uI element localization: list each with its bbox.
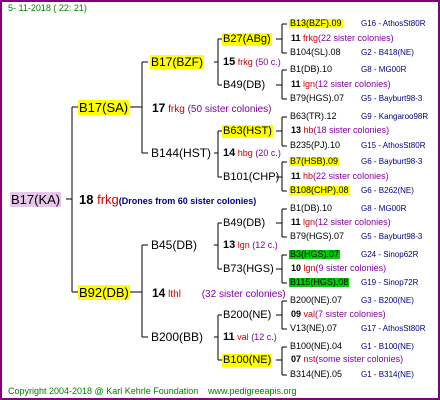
gen3-8-drone-info: 07 nst(some sister colonies): [291, 354, 404, 364]
queen-gen1-mother[interactable]: B17(SA): [78, 100, 130, 115]
queen-gen2-3[interactable]: B45(DB): [150, 238, 198, 252]
gen4-11-info[interactable]: G24 - Sinop62R: [361, 251, 418, 259]
queen-gen4-3[interactable]: B1(DB).10: [289, 65, 333, 74]
pedigree-date: 5- 11-2018 ( 22: 21): [8, 3, 87, 13]
gen3-5-drone-info: 11 lgn(12 sister colonies): [291, 217, 391, 227]
copyright-text: Copyright 2004-2018 @ Karl Kehrle Founda…: [8, 386, 199, 396]
queen-gen3-8[interactable]: B100(NE): [222, 354, 273, 367]
queen-gen4-10[interactable]: B79(HGS).07: [289, 232, 345, 241]
root-abbr: frkg: [97, 192, 119, 207]
gen3-1-drone-info: 11 frkg(22 sister colonies): [291, 33, 394, 43]
gen3-7-drone-info: 09 val(7 sister colonies): [291, 309, 386, 319]
queen-gen2-1[interactable]: B17(BZF): [150, 55, 205, 69]
queen-gen4-14[interactable]: V13(NE).07: [289, 324, 338, 333]
queen-gen4-9[interactable]: B1(DB).10: [289, 204, 333, 213]
queen-gen4-6[interactable]: B235(PJ).10: [289, 141, 341, 150]
queen-gen3-3[interactable]: B63(HST): [222, 125, 273, 138]
queen-gen3-6[interactable]: B73(HGS): [222, 263, 275, 276]
queen-gen4-2[interactable]: B104(SL).08: [289, 48, 342, 57]
queen-gen3-4[interactable]: B101(CHP): [222, 171, 280, 184]
queen-gen4-5[interactable]: B63(TR).12: [289, 112, 338, 121]
queen-gen4-12[interactable]: B115(HGS).08: [289, 278, 350, 287]
root-generation-num: 18: [79, 192, 94, 207]
gen2-3-drone-info: 13 lgn (12 c.): [223, 239, 278, 251]
queen-gen3-5[interactable]: B49(DB): [222, 217, 266, 230]
website-link[interactable]: www.pedigreeapis.org: [208, 387, 297, 396]
queen-gen1-father[interactable]: B92(DB): [78, 285, 130, 300]
gen4-2-info[interactable]: G2 - B418(NE): [361, 49, 414, 57]
queen-gen3-2[interactable]: B49(DB): [222, 79, 266, 92]
gen4-7-info[interactable]: G6 - Bayburt98-3: [361, 158, 422, 166]
gen4-4-info[interactable]: G5 - Bayburt98-3: [361, 95, 422, 103]
root-sister-note: (Drones from 60 sister colonies): [118, 196, 257, 206]
queen-gen4-7[interactable]: B7(HSB).09: [289, 157, 340, 166]
queen-gen4-4[interactable]: B79(HGS).07: [289, 94, 345, 103]
queen-gen4-1[interactable]: B13(BZF).09: [289, 19, 343, 28]
queen-gen3-7[interactable]: B200(NE): [222, 309, 272, 322]
queen-gen4-16[interactable]: B314(NE).05: [289, 370, 343, 379]
gen3-3-drone-info: 13 hb(18 sister colonies): [291, 125, 390, 135]
gen3-6-drone-info: 10 lgn(9 sister colonies): [291, 263, 387, 273]
gen3-2-drone-info: 11 lgn(12 sister colonies): [291, 79, 391, 89]
gen4-3-info[interactable]: G8 - MG00R: [361, 66, 406, 74]
gen4-16-info[interactable]: G1 - B314(NE): [361, 371, 414, 379]
gen2-4-drone-info: 11 val (12 c.): [223, 331, 277, 343]
gen4-15-info[interactable]: G1 - B100(NE): [361, 343, 414, 351]
gen4-5-info[interactable]: G9 - Kangaroo98R: [361, 113, 428, 121]
gen4-13-info[interactable]: G3 - B200(NE): [361, 297, 414, 305]
queen-root[interactable]: B17(KA): [10, 192, 62, 207]
gen4-1-info[interactable]: G16 - AthosSt80R: [361, 20, 425, 28]
gen4-6-info[interactable]: G15 - AthosSt80R: [361, 142, 425, 150]
gen1-mother-drone-info: 17 frkg (50 sister colonies): [152, 101, 272, 115]
queen-gen4-11[interactable]: B3(HGS).07: [289, 250, 341, 259]
root-drone-info: 18 frkg(Drones from 60 sister colonies): [78, 193, 257, 206]
gen4-12-info[interactable]: G19 - Sinop72R: [361, 279, 418, 287]
gen3-4-drone-info: 11 hb(22 sister colonies): [291, 171, 389, 181]
gen4-9-info[interactable]: G8 - MG00R: [361, 205, 406, 213]
gen1-father-drone-info: 14 lthl (32 sister colonies): [152, 286, 286, 300]
queen-gen4-8[interactable]: B108(CHP).08: [289, 186, 350, 195]
gen4-8-info[interactable]: G6 - B262(NE): [361, 187, 414, 195]
gen2-2-drone-info: 14 hbg (20 c.): [223, 147, 281, 159]
queen-gen3-1[interactable]: B27(ABg): [222, 33, 272, 46]
gen4-10-info[interactable]: G5 - Bayburt98-3: [361, 233, 422, 241]
queen-gen2-2[interactable]: B144(HST): [150, 146, 212, 160]
queen-gen4-15[interactable]: B100(NE).04: [289, 342, 343, 351]
gen4-14-info[interactable]: G17 - AthosSt80R: [361, 325, 425, 333]
queen-gen2-4[interactable]: B200(BB): [150, 330, 204, 344]
gen2-1-drone-info: 15 frkg (50 c.): [223, 56, 281, 68]
queen-gen4-13[interactable]: B200(NE).07: [289, 296, 343, 305]
